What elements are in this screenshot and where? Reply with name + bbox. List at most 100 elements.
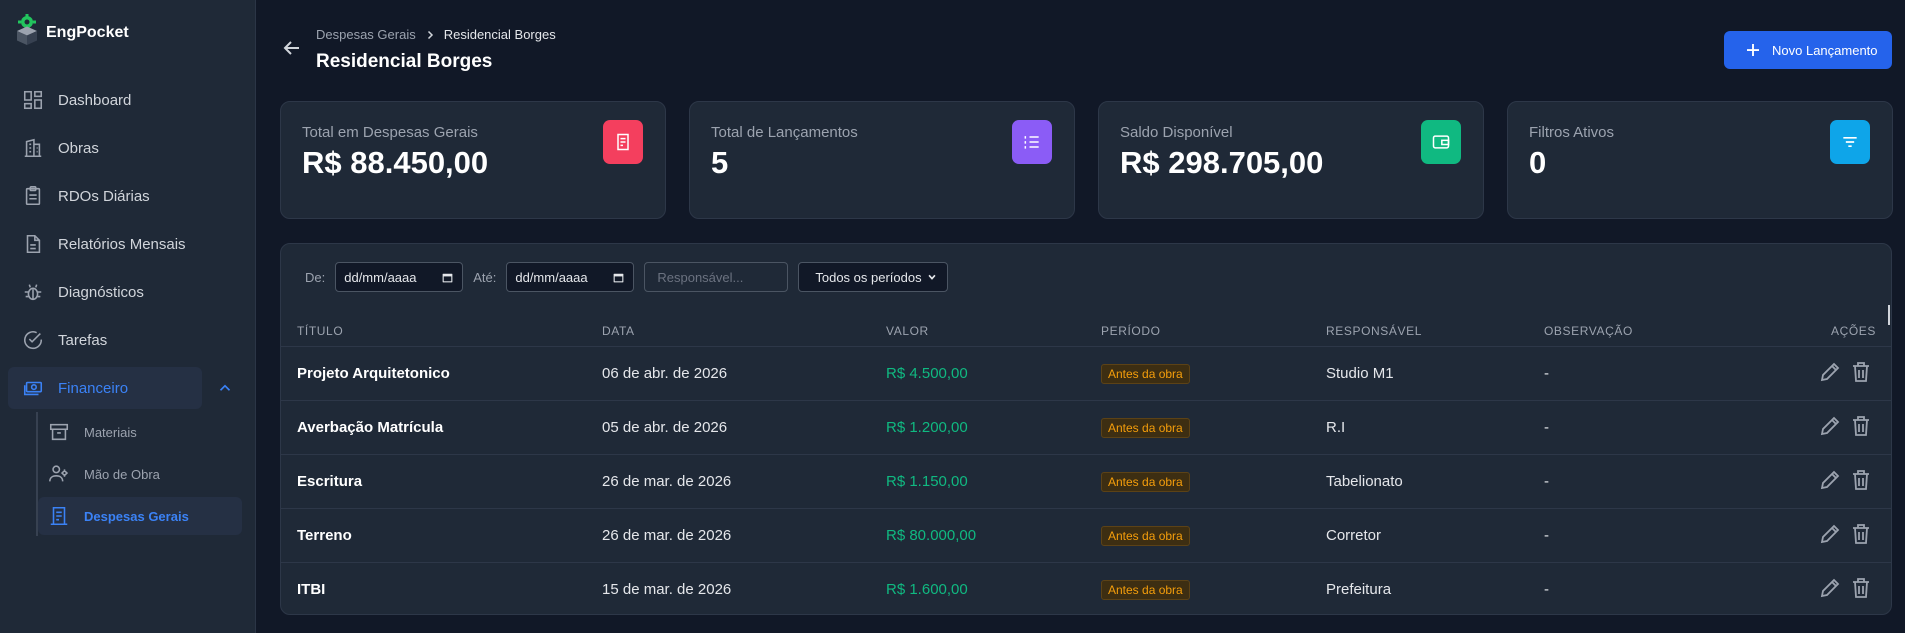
trash-icon[interactable] <box>1849 522 1873 546</box>
sidebar-item-label: Dashboard <box>58 91 132 109</box>
cell-observacao: - <box>1544 581 1549 598</box>
cell-data: 05 de abr. de 2026 <box>602 419 728 436</box>
cell-data: 26 de mar. de 2026 <box>602 527 732 544</box>
new-entry-button[interactable]: Novo Lançamento <box>1724 31 1892 69</box>
responsavel-input[interactable] <box>644 262 789 292</box>
trash-icon[interactable] <box>1849 468 1873 492</box>
edit-icon[interactable] <box>1818 414 1842 438</box>
cell-responsavel: Studio M1 <box>1326 365 1394 382</box>
period-badge: Antes da obra <box>1101 526 1190 546</box>
cell-valor: R$ 80.000,00 <box>886 527 977 544</box>
table-row: Terreno 26 de mar. de 2026 R$ 80.000,00 … <box>281 508 1891 562</box>
sidebar-item-label: Tarefas <box>58 331 108 349</box>
period-badge: Antes da obra <box>1101 364 1190 384</box>
column-header: PERÍODO <box>1101 324 1161 338</box>
period-badge: Antes da obra <box>1101 580 1190 600</box>
expenses-panel: De: dd/mm/aaaa Até: dd/mm/aaaa Todos os … <box>280 243 1892 615</box>
cell-responsavel: Tabelionato <box>1326 473 1403 490</box>
sidebar-subitem-mao-de-obra[interactable]: Mão de Obra <box>38 455 242 493</box>
cell-observacao: - <box>1544 473 1549 490</box>
date-from-label: De: <box>305 269 326 285</box>
sidebar: EngPocket Dashboard Obras RDOs Diárias R… <box>0 0 256 633</box>
trash-icon[interactable] <box>1849 576 1873 600</box>
breadcrumb-parent[interactable]: Despesas Gerais <box>316 27 416 42</box>
stat-value: R$ 298.705,00 <box>1120 145 1324 180</box>
filter-icon <box>1830 120 1870 164</box>
cell-data: 15 de mar. de 2026 <box>602 581 732 598</box>
stat-card-total-lancamentos: Total de Lançamentos 5 <box>689 101 1075 219</box>
cell-valor: R$ 1.600,00 <box>886 581 968 598</box>
receipt-icon <box>50 506 68 526</box>
edit-icon[interactable] <box>1818 468 1842 492</box>
sidebar-item-label: Financeiro <box>58 379 129 397</box>
cell-observacao: - <box>1544 527 1549 544</box>
column-header: DATA <box>602 324 635 338</box>
sidebar-item-rdos[interactable]: RDOs Diárias <box>8 175 202 217</box>
sidebar-item-obras[interactable]: Obras <box>8 127 202 169</box>
stat-label: Saldo Disponível <box>1120 124 1233 141</box>
chevron-down-icon <box>928 274 936 280</box>
sidebar-subitem-label: Mão de Obra <box>84 466 160 482</box>
stat-card-total-despesas: Total em Despesas Gerais R$ 88.450,00 <box>280 101 666 219</box>
plus-icon <box>1747 44 1759 56</box>
edit-icon[interactable] <box>1818 360 1842 384</box>
sidebar-item-label: Obras <box>58 139 99 157</box>
archive-icon <box>49 423 69 441</box>
back-arrow-icon[interactable] <box>280 36 304 60</box>
column-header: AÇÕES <box>1831 324 1877 338</box>
column-header: RESPONSÁVEL <box>1326 324 1422 338</box>
column-header: VALOR <box>886 324 929 338</box>
chevron-up-icon[interactable] <box>216 379 234 397</box>
stat-card-filtros: Filtros Ativos 0 <box>1507 101 1893 219</box>
sidebar-subitem-despesas-gerais[interactable]: Despesas Gerais <box>38 497 242 535</box>
trash-icon[interactable] <box>1849 414 1873 438</box>
sidebar-item-label: Diagnósticos <box>58 283 144 301</box>
edit-icon[interactable] <box>1818 522 1842 546</box>
stat-value: 0 <box>1529 145 1547 180</box>
building-icon <box>24 138 42 158</box>
sidebar-item-diagnosticos[interactable]: Diagnósticos <box>8 271 202 313</box>
column-header: TÍTULO <box>297 324 344 338</box>
brand[interactable]: EngPocket <box>14 14 129 51</box>
bug-icon <box>24 284 42 301</box>
sidebar-subitem-label: Despesas Gerais <box>84 508 189 524</box>
date-to-input[interactable]: dd/mm/aaaa <box>506 262 635 292</box>
cell-responsavel: Corretor <box>1326 527 1382 544</box>
period-select[interactable]: Todos os períodos <box>798 262 949 292</box>
scrollbar[interactable] <box>1888 305 1890 325</box>
sidebar-subitem-materiais[interactable]: Materiais <box>38 413 242 451</box>
trash-icon[interactable] <box>1849 360 1873 384</box>
period-badge: Antes da obra <box>1101 472 1190 492</box>
cell-responsavel: Prefeitura <box>1326 581 1392 598</box>
cell-titulo: Averbação Matrícula <box>297 419 444 436</box>
wallet-icon <box>1421 120 1461 164</box>
calendar-icon[interactable] <box>612 271 625 284</box>
date-from-input[interactable]: dd/mm/aaaa <box>335 262 464 292</box>
table-row: Projeto Arquitetonico 06 de abr. de 2026… <box>281 346 1891 400</box>
period-select-value: Todos os períodos <box>815 269 922 285</box>
sidebar-item-tarefas[interactable]: Tarefas <box>8 319 202 361</box>
chevron-right-icon <box>427 30 433 39</box>
cell-titulo: ITBI <box>297 581 326 598</box>
sidebar-subitem-label: Materiais <box>84 424 137 440</box>
stat-card-saldo: Saldo Disponível R$ 298.705,00 <box>1098 101 1484 219</box>
stat-label: Filtros Ativos <box>1529 124 1615 141</box>
document-icon <box>26 234 41 254</box>
sidebar-item-dashboard[interactable]: Dashboard <box>8 79 202 121</box>
cell-data: 26 de mar. de 2026 <box>602 473 732 490</box>
new-entry-label: Novo Lançamento <box>1772 42 1878 58</box>
money-icon <box>23 381 43 396</box>
calendar-icon[interactable] <box>441 271 454 284</box>
engpocket-logo-icon <box>14 14 40 51</box>
cell-titulo: Projeto Arquitetonico <box>297 365 450 382</box>
sidebar-item-relatorios[interactable]: Relatórios Mensais <box>8 223 202 265</box>
edit-icon[interactable] <box>1818 576 1842 600</box>
date-to-value: dd/mm/aaaa <box>515 269 588 285</box>
stat-value: 5 <box>711 145 729 180</box>
check-circle-icon <box>24 331 43 350</box>
sidebar-item-financeiro[interactable]: Financeiro <box>8 367 231 409</box>
breadcrumb-current: Residencial Borges <box>443 27 556 42</box>
breadcrumb: Despesas Gerais Residencial Borges <box>316 27 556 42</box>
cell-titulo: Escritura <box>297 473 363 490</box>
cell-observacao: - <box>1544 419 1549 436</box>
